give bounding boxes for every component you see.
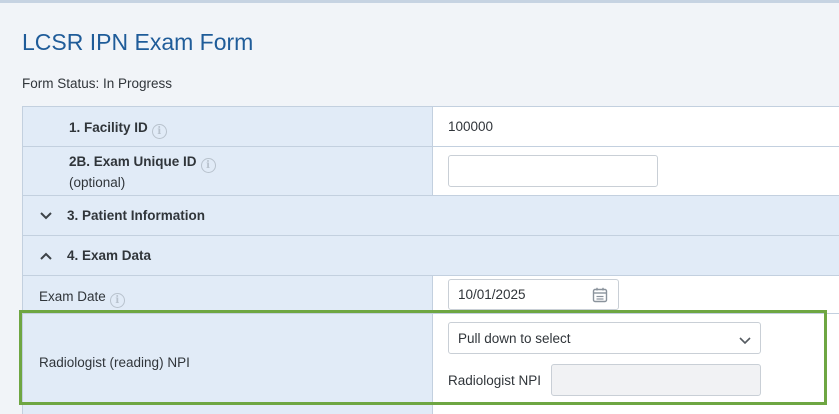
exam-unique-id-label: 2B. Exam Unique ID <box>69 154 197 169</box>
exam-unique-id-row: 2B. Exam Unique ID i (optional) <box>22 147 839 196</box>
info-icon[interactable]: i <box>109 293 125 308</box>
exam-unique-id-label-cell: 2B. Exam Unique ID i (optional) <box>23 147 433 195</box>
radiologist-npi-row: Radiologist (reading) NPI Pull down to s… <box>22 314 839 414</box>
section-label: 3. Patient Information <box>67 208 206 223</box>
exam-unique-id-value-cell <box>433 147 839 195</box>
radiologist-npi-value-cell: Pull down to select Radiologist NPI <box>433 314 839 414</box>
radiologist-select[interactable]: Pull down to select <box>448 322 761 354</box>
facility-id-value-cell: 100000 <box>433 107 839 146</box>
chevron-down-icon[interactable] <box>37 207 55 225</box>
exam-date-label: Exam Date <box>39 289 106 304</box>
facility-id-label-cell: 1. Facility ID i <box>23 107 433 146</box>
info-icon[interactable]: i <box>200 158 216 173</box>
exam-date-label-cell: Exam Date i <box>23 276 433 313</box>
radiologist-npi-input[interactable] <box>551 364 761 396</box>
page-title: LCSR IPN Exam Form <box>22 29 254 55</box>
form-status: Form Status: In Progress <box>22 76 173 91</box>
facility-id-value: 100000 <box>448 119 494 134</box>
facility-id-label: 1. Facility ID <box>69 120 148 135</box>
optional-note: (optional) <box>69 175 126 190</box>
top-border <box>0 0 839 3</box>
exam-date-input[interactable]: 10/01/2025 <box>448 279 619 310</box>
section-exam-data[interactable]: 4. Exam Data <box>22 236 839 276</box>
chevron-up-icon[interactable] <box>37 247 55 265</box>
exam-form-table: 1. Facility ID i 100000 2B. Exam Unique I… <box>22 106 839 414</box>
radiologist-npi-label: Radiologist (reading) NPI <box>39 355 190 370</box>
calendar-icon[interactable] <box>592 287 608 306</box>
chevron-down-icon <box>739 333 751 348</box>
radiologist-select-value: Pull down to select <box>458 330 571 346</box>
exam-unique-id-input[interactable] <box>448 155 658 187</box>
exam-date-row: Exam Date i 10/01/2025 <box>22 276 839 314</box>
radiologist-npi-sublabel: Radiologist NPI <box>448 373 542 388</box>
info-icon[interactable]: i <box>151 124 167 139</box>
section-patient-information[interactable]: 3. Patient Information <box>22 196 839 236</box>
exam-date-value-cell: 10/01/2025 <box>433 276 839 313</box>
section-label: 4. Exam Data <box>67 248 152 263</box>
radiologist-npi-label-cell: Radiologist (reading) NPI <box>23 314 433 414</box>
exam-date-value: 10/01/2025 <box>458 287 526 302</box>
facility-id-row: 1. Facility ID i 100000 <box>22 107 839 147</box>
